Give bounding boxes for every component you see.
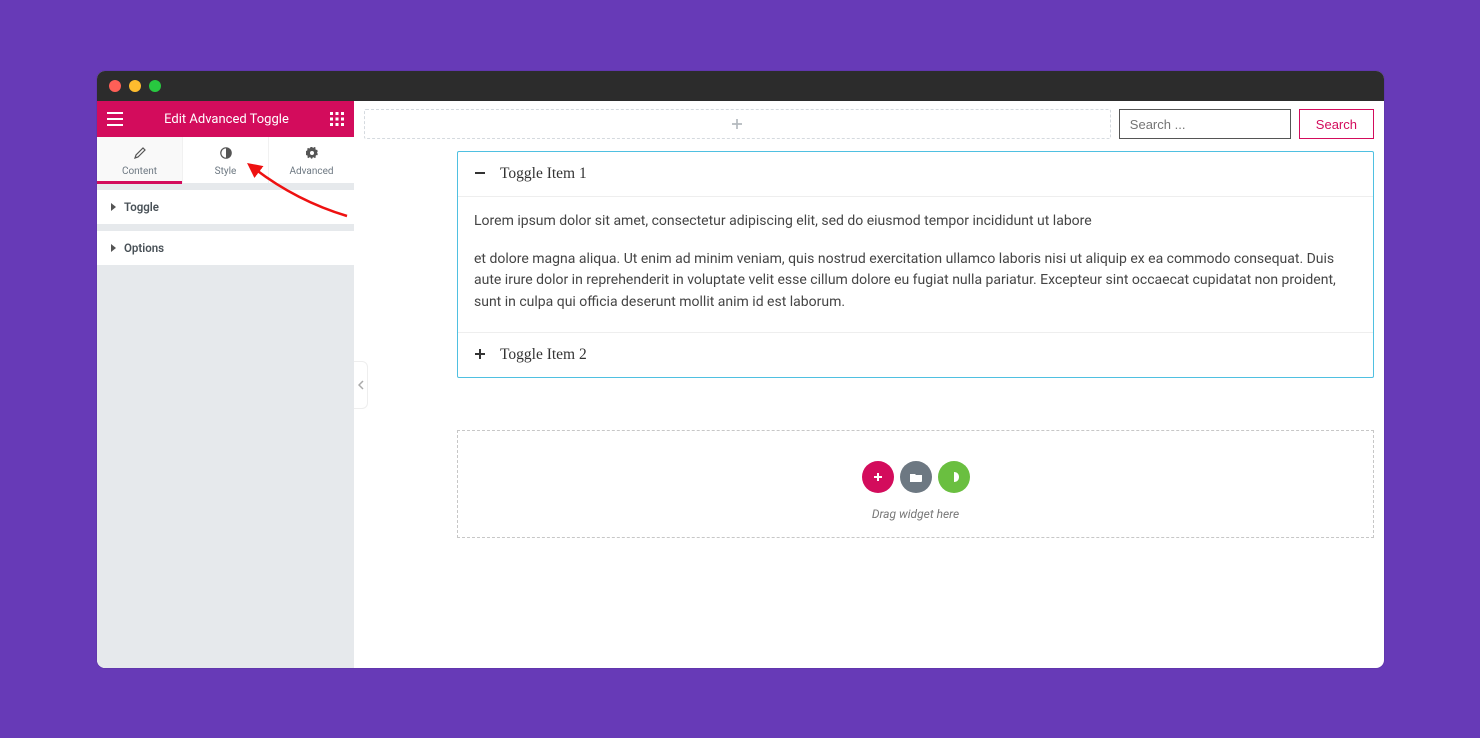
section-toggle[interactable]: Toggle: [97, 190, 354, 225]
widgets-grid-icon[interactable]: [330, 112, 344, 126]
app-window: Edit Advanced Toggle Content: [97, 71, 1384, 668]
sidebar-title: Edit Advanced Toggle: [123, 112, 330, 127]
add-section-button[interactable]: [364, 109, 1111, 139]
window-titlebar: [97, 71, 1384, 101]
plus-icon: [872, 471, 884, 483]
window-maximize-button[interactable]: [149, 80, 161, 92]
tab-content[interactable]: Content: [97, 137, 183, 183]
folder-icon: [909, 471, 923, 483]
tab-advanced[interactable]: Advanced: [269, 137, 354, 183]
toggle-paragraph: et dolore magna aliqua. Ut enim ad minim…: [474, 249, 1357, 314]
search-input[interactable]: [1119, 109, 1291, 139]
drag-hint-text: Drag widget here: [468, 507, 1363, 521]
add-block-button[interactable]: [938, 461, 970, 493]
window-minimize-button[interactable]: [129, 80, 141, 92]
style-icon: [183, 147, 268, 162]
toggle-paragraph: Lorem ipsum dolor sit amet, consectetur …: [474, 211, 1357, 233]
add-widget-button[interactable]: [862, 461, 894, 493]
leaf-icon: [948, 471, 960, 483]
toggle-item-2-header[interactable]: Toggle Item 2: [458, 333, 1373, 377]
sidebar-header: Edit Advanced Toggle: [97, 101, 354, 137]
section-options[interactable]: Options: [97, 231, 354, 266]
gear-icon: [269, 147, 354, 162]
canvas: Search Toggle Item 1 Lorem ipsum dolor s…: [354, 101, 1384, 668]
plus-icon: [731, 118, 743, 130]
menu-icon[interactable]: [107, 112, 123, 126]
advanced-toggle-widget[interactable]: Toggle Item 1 Lorem ipsum dolor sit amet…: [457, 151, 1374, 378]
plus-icon: [474, 345, 486, 365]
tab-label: Style: [215, 166, 237, 177]
sidebar-tabs: Content Style Advanced: [97, 137, 354, 184]
caret-right-icon: [111, 203, 116, 211]
window-close-button[interactable]: [109, 80, 121, 92]
drop-zone-actions: [468, 461, 1363, 493]
pencil-icon: [97, 147, 182, 162]
tab-style[interactable]: Style: [183, 137, 269, 183]
section-label: Options: [124, 241, 164, 255]
search-button[interactable]: Search: [1299, 109, 1374, 139]
tab-label: Content: [122, 166, 157, 177]
caret-right-icon: [111, 244, 116, 252]
toggle-item-1-header[interactable]: Toggle Item 1: [458, 152, 1373, 197]
canvas-topbar: Search: [364, 109, 1374, 139]
tab-label: Advanced: [289, 166, 333, 177]
toggle-item-1-content: Lorem ipsum dolor sit amet, consectetur …: [458, 197, 1373, 333]
widget-drop-zone[interactable]: Drag widget here: [457, 430, 1374, 538]
toggle-title: Toggle Item 1: [500, 165, 587, 183]
add-template-button[interactable]: [900, 461, 932, 493]
minus-icon: [474, 164, 486, 184]
toggle-title: Toggle Item 2: [500, 346, 587, 364]
editor-sidebar: Edit Advanced Toggle Content: [97, 101, 354, 668]
section-label: Toggle: [124, 200, 159, 214]
